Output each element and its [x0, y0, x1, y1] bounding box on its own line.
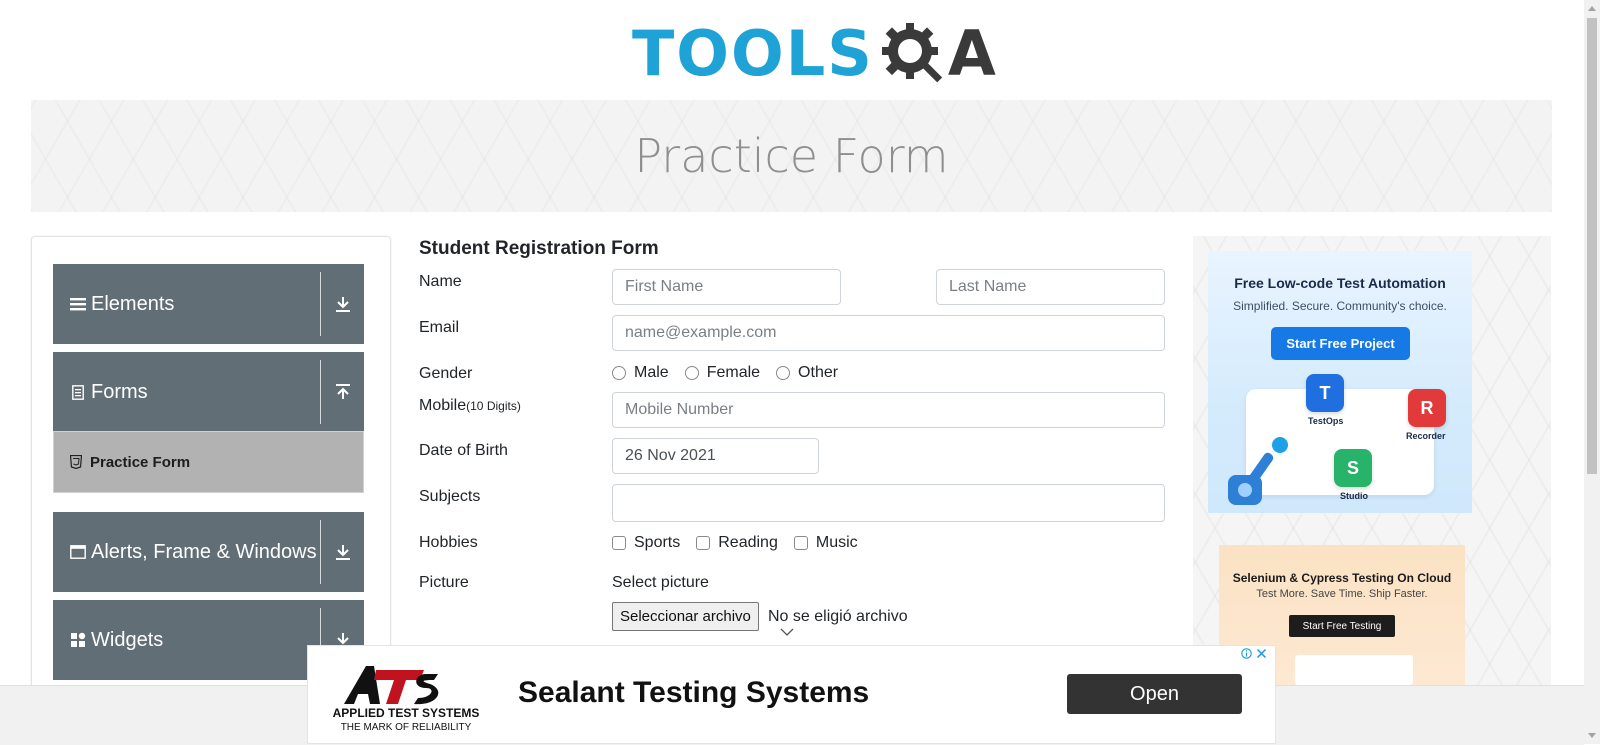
gender-option-label: Other	[798, 364, 839, 381]
radio-button[interactable]	[776, 366, 791, 380]
radio-button[interactable]	[684, 366, 699, 380]
ad-choices	[1241, 648, 1267, 659]
hamburger-icon	[69, 297, 87, 311]
window-icon	[69, 545, 87, 559]
form-title: Student Registration Form	[419, 238, 659, 259]
studio-icon: S	[1334, 449, 1372, 487]
select-picture-label: Select picture	[612, 574, 709, 591]
sidebar-item-label: Practice Form	[90, 453, 191, 471]
checkbox[interactable]	[696, 536, 711, 550]
sidebar-group-alerts-frame-windows[interactable]: Alerts, Frame & Windows	[53, 512, 364, 592]
ad-title: Selenium & Cypress Testing On Cloud	[1232, 571, 1452, 585]
scroll-up-arrow-icon[interactable]	[1588, 6, 1596, 11]
mobile-label-text: Mobile	[419, 397, 467, 414]
email-input[interactable]	[612, 315, 1165, 351]
hobby-option-label: Reading	[718, 534, 778, 551]
gender-other-option[interactable]: Other	[776, 364, 838, 382]
logo-text: TOOLS	[632, 17, 874, 90]
product-label: Studio	[1340, 491, 1368, 501]
hobby-reading-option[interactable]: Reading	[696, 534, 778, 552]
ad-subtitle: Simplified. Secure. Community's choice.	[1233, 299, 1447, 313]
mobile-input[interactable]	[612, 392, 1165, 428]
document-icon	[69, 384, 87, 400]
gender-label: Gender	[419, 365, 473, 382]
hobby-sports-option[interactable]: Sports	[612, 534, 680, 552]
ad-katalon[interactable]: Free Low-code Test Automation Simplified…	[1208, 251, 1472, 513]
divider	[320, 272, 321, 336]
file-status: No se eligió archivo	[768, 608, 908, 625]
picture-label: Picture	[419, 574, 469, 591]
html5-icon	[70, 455, 84, 469]
choose-file-button[interactable]: Seleccionar archivo	[612, 602, 759, 631]
hobbies-label: Hobbies	[419, 534, 478, 551]
start-free-testing-button[interactable]: Start Free Testing	[1289, 615, 1395, 637]
ad-subtitle: Test More. Save Time. Ship Faster.	[1256, 588, 1428, 600]
ad-screenshot-preview	[1295, 655, 1413, 685]
scrollbar-thumb[interactable]	[1587, 18, 1597, 474]
page-banner: Practice Form	[31, 100, 1552, 212]
info-icon[interactable]	[1241, 648, 1252, 659]
sidebar-group-forms[interactable]: Forms	[53, 352, 364, 432]
ad-company: APPLIED TEST SYSTEMS	[332, 706, 480, 720]
testops-icon: T	[1306, 374, 1344, 412]
ad-headline: Sealant Testing Systems	[518, 676, 870, 709]
first-name-input[interactable]	[612, 269, 841, 305]
sidebar-group-label: Widgets	[91, 628, 164, 651]
widgets-icon	[69, 632, 87, 648]
sidebar-group-label: Forms	[91, 380, 148, 403]
divider	[320, 360, 321, 424]
sidebar-item-practice-form[interactable]: Practice Form	[53, 431, 364, 493]
hobby-music-option[interactable]: Music	[793, 534, 858, 552]
checkbox[interactable]	[793, 536, 808, 550]
scroll-down-arrow-icon[interactable]	[1588, 733, 1596, 738]
gender-radio-group: Male Female Other	[612, 364, 854, 382]
hobby-option-label: Sports	[634, 534, 681, 551]
logo-suffix: A	[947, 17, 996, 90]
gear-magnifier-icon	[881, 23, 943, 83]
subjects-input[interactable]	[612, 484, 1165, 522]
last-name-input[interactable]	[936, 269, 1165, 305]
ad-tagline: THE MARK OF RELIABILITY	[340, 722, 472, 733]
radio-button[interactable]	[612, 366, 626, 380]
close-icon[interactable]	[1256, 648, 1267, 659]
ad-open-button[interactable]: Open	[1067, 674, 1242, 714]
sidebar-group-elements[interactable]: Elements	[53, 264, 364, 344]
recorder-icon: R	[1408, 389, 1446, 427]
sidebar: Elements Forms Practice Form Alerts, Fra…	[31, 236, 391, 698]
gender-option-label: Female	[706, 364, 761, 381]
email-label: Email	[419, 319, 460, 336]
dob-label: Date of Birth	[419, 442, 508, 459]
sidebar-group-label: Alerts, Frame & Windows	[91, 540, 317, 563]
name-label: Name	[419, 273, 462, 290]
gender-option-label: Male	[634, 364, 669, 381]
subjects-label: Subjects	[419, 488, 481, 505]
toolsqa-logo[interactable]: TOOLS A	[632, 14, 996, 94]
ad-title: Free Low-code Test Automation	[1234, 275, 1446, 291]
hobbies-checkbox-group: Sports Reading Music	[612, 534, 874, 552]
bottom-banner-ad[interactable]: APPLIED TEST SYSTEMS THE MARK OF RELIABI…	[307, 645, 1276, 744]
page-title: Practice Form	[634, 129, 949, 183]
download-arrow-icon[interactable]	[330, 512, 356, 592]
product-label: Recorder	[1406, 431, 1446, 441]
start-free-project-button[interactable]: Start Free Project	[1271, 327, 1410, 360]
chevron-down-icon	[780, 628, 794, 636]
robot-arm-icon	[1228, 437, 1288, 505]
sidebar-group-label: Elements	[91, 292, 175, 315]
checkbox[interactable]	[612, 536, 626, 550]
mobile-hint: (10 Digits)	[466, 399, 521, 413]
mobile-label: Mobile(10 Digits)	[419, 397, 521, 415]
gender-female-option[interactable]: Female	[684, 364, 761, 382]
gender-male-option[interactable]: Male	[612, 364, 669, 382]
hobby-option-label: Music	[815, 534, 858, 551]
upload-arrow-icon[interactable]	[330, 352, 356, 432]
product-label: TestOps	[1308, 416, 1344, 426]
download-arrow-icon[interactable]	[330, 264, 356, 344]
divider	[320, 520, 321, 584]
date-of-birth-input[interactable]	[612, 438, 819, 474]
